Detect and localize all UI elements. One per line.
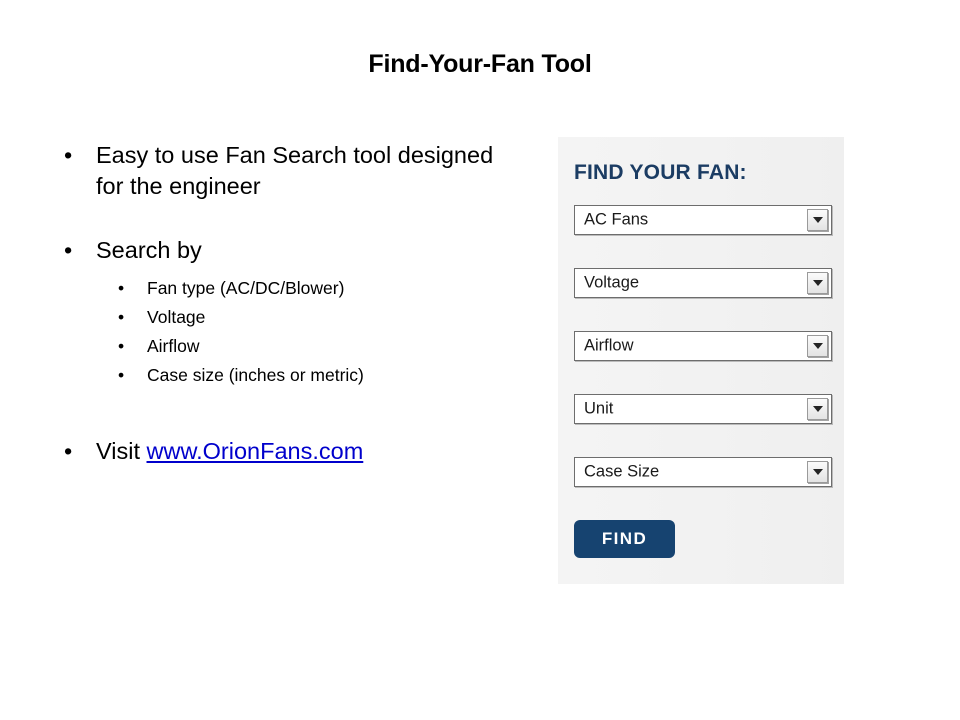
chevron-down-icon[interactable] [807, 209, 828, 231]
select-value: Case Size [584, 462, 660, 481]
page-title: Find-Your-Fan Tool [368, 50, 592, 78]
select-value: Unit [584, 399, 614, 418]
sub-bullet-text: Fan type (AC/DC/Blower) [147, 278, 345, 298]
bullet-glyph-icon: • [118, 307, 125, 327]
list-item: • Voltage [115, 303, 508, 332]
select-value: AC Fans [584, 210, 649, 229]
find-your-fan-widget: FIND YOUR FAN: AC Fans Voltage Airflow U… [558, 137, 844, 584]
bullet-glyph-icon: • [118, 278, 125, 298]
bullet-list-level2: • Fan type (AC/DC/Blower) • Voltage • Ai… [58, 274, 508, 390]
sub-bullet-text: Case size (inches or metric) [147, 365, 364, 385]
widget-heading: FIND YOUR FAN: [574, 161, 747, 184]
slide-canvas: Find-Your-Fan Tool • Easy to use Fan Sea… [0, 0, 960, 720]
find-button[interactable]: FIND [574, 520, 675, 558]
chevron-down-icon[interactable] [807, 335, 828, 357]
select-value: Voltage [584, 273, 640, 292]
list-item: • Fan type (AC/DC/Blower) [115, 274, 508, 303]
bullet-text: Easy to use Fan Search tool designed for… [96, 142, 494, 199]
select-case-size[interactable]: Case Size [574, 457, 832, 487]
bullet-text: Search by [96, 237, 202, 263]
list-item: • Case size (inches or metric) [115, 361, 508, 390]
select-unit[interactable]: Unit [574, 394, 832, 424]
list-item: • Airflow [115, 332, 508, 361]
sub-bullet-text: Airflow [147, 336, 200, 356]
select-airflow[interactable]: Airflow [574, 331, 832, 361]
chevron-down-icon[interactable] [807, 272, 828, 294]
chevron-down-icon[interactable] [807, 461, 828, 483]
bullet-glyph-icon: • [64, 438, 73, 464]
bullet-glyph-icon: • [64, 237, 73, 263]
visit-prefix: Visit [96, 438, 147, 464]
select-value: Airflow [584, 336, 634, 355]
select-voltage[interactable]: Voltage [574, 268, 832, 298]
content-body: • Easy to use Fan Search tool designed f… [58, 140, 508, 467]
chevron-down-icon[interactable] [807, 398, 828, 420]
bullet-glyph-icon: • [118, 336, 125, 356]
sub-bullet-text: Voltage [147, 307, 206, 327]
bullet-glyph-icon: • [64, 142, 73, 168]
list-item: • Search by [58, 235, 508, 266]
select-fan-type[interactable]: AC Fans [574, 205, 832, 235]
visit-line: • Visit www.OrionFans.com [58, 436, 508, 467]
list-item: • Easy to use Fan Search tool designed f… [58, 140, 508, 202]
orionfans-link[interactable]: www.OrionFans.com [147, 438, 364, 464]
bullet-glyph-icon: • [118, 365, 125, 385]
bullet-list-level1: • Easy to use Fan Search tool designed f… [58, 140, 508, 390]
